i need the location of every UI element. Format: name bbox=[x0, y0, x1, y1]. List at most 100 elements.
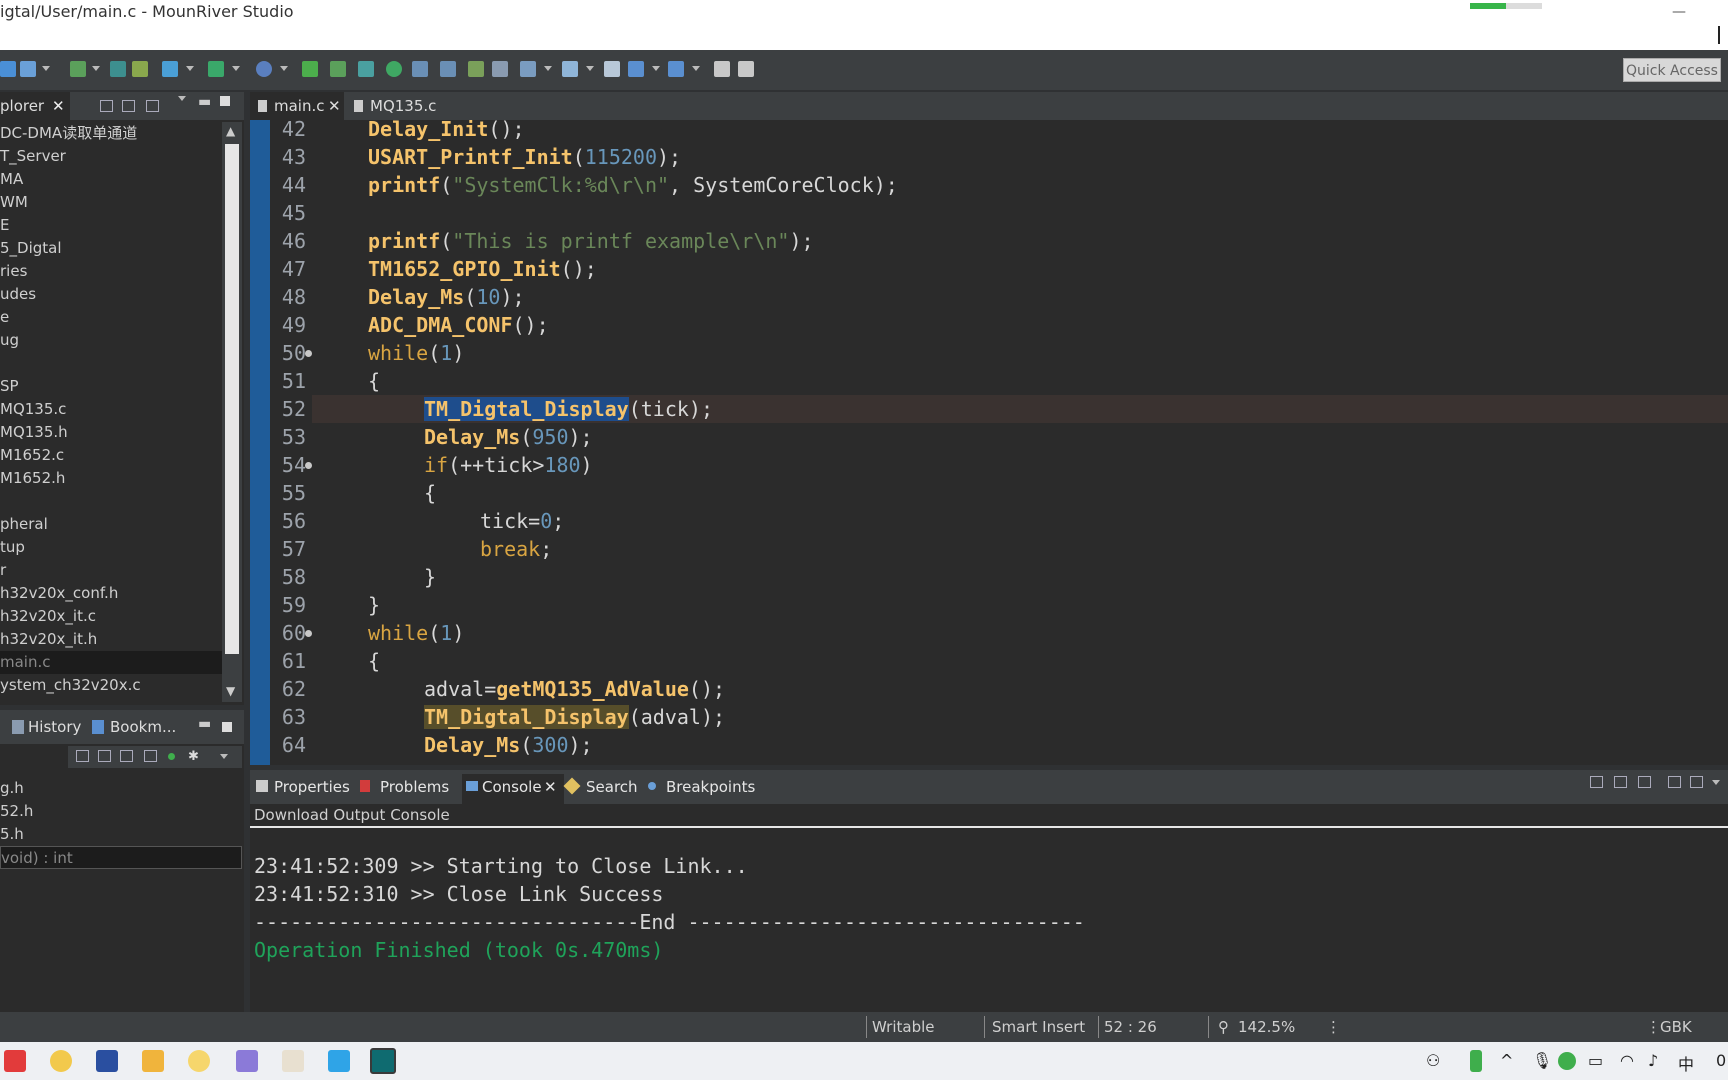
tree-item[interactable]: h32v20x_conf.h bbox=[0, 582, 222, 605]
prev-edit-icon[interactable] bbox=[604, 61, 620, 77]
chevron-down-icon[interactable] bbox=[692, 66, 700, 71]
tree-item[interactable] bbox=[0, 352, 222, 375]
chevron-down-icon[interactable] bbox=[544, 66, 552, 71]
code-line[interactable]: 52 TM_Digtal_Display(tick); bbox=[282, 395, 1728, 423]
chevron-down-icon[interactable] bbox=[42, 66, 50, 71]
microphone-icon[interactable]: 🎙 bbox=[1532, 1051, 1552, 1070]
explorer-scrollbar[interactable]: ▲ ▼ bbox=[222, 122, 242, 702]
fold-marker-icon[interactable] bbox=[305, 350, 312, 357]
chevron-down-icon[interactable] bbox=[92, 66, 100, 71]
align-right-icon[interactable] bbox=[440, 61, 456, 77]
close-icon[interactable]: ✕ bbox=[328, 92, 341, 120]
tab-history[interactable]: History bbox=[28, 718, 81, 736]
terminal-icon[interactable] bbox=[358, 61, 374, 77]
app-icon-notes[interactable] bbox=[282, 1050, 304, 1072]
layers-icon[interactable] bbox=[132, 61, 148, 77]
tree-item[interactable]: MA bbox=[0, 168, 222, 191]
chevron-down-icon[interactable] bbox=[220, 754, 228, 759]
tree-item[interactable]: WM bbox=[0, 191, 222, 214]
back-arrow-icon[interactable] bbox=[628, 61, 644, 77]
tree-item[interactable] bbox=[0, 490, 222, 513]
rebuild-icon[interactable] bbox=[110, 61, 126, 77]
tab-mq135-c[interactable]: MQ135.c bbox=[346, 92, 446, 120]
status-cursor-position[interactable]: 52 : 26 bbox=[1104, 1018, 1157, 1036]
open-file-icon[interactable] bbox=[330, 61, 346, 77]
code-line[interactable]: 63 TM_Digtal_Display(adval); bbox=[250, 703, 1728, 731]
link-editor-icon[interactable] bbox=[122, 100, 135, 112]
align-left-icon[interactable] bbox=[412, 61, 428, 77]
console-action-icon[interactable] bbox=[1668, 776, 1681, 788]
gear-icon[interactable]: ✱ bbox=[188, 749, 199, 764]
tree-item[interactable]: ries bbox=[0, 260, 222, 283]
tree-item[interactable]: e bbox=[0, 306, 222, 329]
wifi-icon[interactable]: ◠ bbox=[1620, 1051, 1634, 1070]
chevron-down-icon[interactable] bbox=[232, 66, 240, 71]
tree-item[interactable]: h32v20x_it.h bbox=[0, 628, 222, 651]
scroll-up-icon[interactable]: ▲ bbox=[226, 124, 235, 138]
tab-search[interactable]: Search bbox=[586, 778, 638, 796]
console-action-icon[interactable] bbox=[1690, 776, 1703, 788]
minimize-panel-icon[interactable]: ▬ bbox=[198, 716, 211, 732]
status-encoding[interactable]: GBK bbox=[1660, 1018, 1692, 1036]
tree-item[interactable]: udes bbox=[0, 283, 222, 306]
view-menu-icon[interactable] bbox=[178, 96, 186, 101]
tree-item[interactable]: MQ135.c bbox=[0, 398, 222, 421]
close-icon[interactable]: ✕ bbox=[52, 92, 65, 120]
volume-icon[interactable]: ♪ bbox=[1648, 1051, 1658, 1070]
green-dot-icon[interactable] bbox=[168, 753, 175, 760]
chevron-down-icon[interactable] bbox=[1712, 780, 1720, 785]
tree-item[interactable]: M1652.h bbox=[0, 467, 222, 490]
code-line[interactable]: 47 TM1652_GPIO_Init(); bbox=[250, 255, 1728, 283]
console-output[interactable]: Download Output Console 23:41:52:309 >> … bbox=[250, 804, 1728, 1012]
tree-item[interactable]: pheral bbox=[0, 513, 222, 536]
refresh-icon[interactable] bbox=[386, 61, 402, 77]
maximize-panel-icon[interactable] bbox=[220, 96, 230, 106]
chevron-down-icon[interactable] bbox=[586, 66, 594, 71]
history-item[interactable]: void) : int bbox=[0, 846, 242, 869]
app-icon-youdao[interactable] bbox=[4, 1050, 26, 1072]
app-icon-star[interactable] bbox=[50, 1050, 72, 1072]
history-item[interactable]: g.h bbox=[0, 777, 242, 800]
code-line[interactable]: 49 ADC_DMA_CONF(); bbox=[250, 311, 1728, 339]
tree-item[interactable]: tup bbox=[0, 536, 222, 559]
tree-item[interactable]: main.c bbox=[0, 651, 222, 674]
tree-item[interactable]: 5_Digtal bbox=[0, 237, 222, 260]
more-icon[interactable]: ⋮ bbox=[1646, 1018, 1661, 1036]
code-line[interactable]: 57 break; bbox=[250, 535, 1728, 563]
scroll-down-icon[interactable]: ▼ bbox=[226, 684, 235, 698]
code-line[interactable]: 62 adval=getMQ135_AdValue(); bbox=[250, 675, 1728, 703]
scroll-thumb[interactable] bbox=[225, 144, 239, 654]
code-line[interactable]: 46 printf("This is printf example\r\n"); bbox=[250, 227, 1728, 255]
history-action-icon[interactable] bbox=[98, 750, 111, 762]
tree-item[interactable]: h32v20x_it.c bbox=[0, 605, 222, 628]
tab-bookmarks[interactable]: Bookm... bbox=[110, 718, 176, 736]
code-line[interactable]: 55 { bbox=[250, 479, 1728, 507]
tree-item[interactable]: ystem_ch32v20x.c bbox=[0, 674, 222, 697]
more-icon[interactable]: ⋮ bbox=[1326, 1018, 1341, 1036]
app-tray-icon[interactable] bbox=[1558, 1052, 1576, 1070]
input-method-icon[interactable]: 中 bbox=[1678, 1051, 1694, 1075]
redo-icon[interactable] bbox=[738, 61, 754, 77]
tab-console[interactable]: Console bbox=[482, 778, 542, 796]
code-line[interactable]: 42 Delay_Init(); bbox=[250, 120, 1728, 143]
code-line[interactable]: 61 { bbox=[250, 647, 1728, 675]
app-icon-mounriver[interactable] bbox=[370, 1048, 396, 1074]
tree-item[interactable]: E bbox=[0, 214, 222, 237]
chevron-up-icon[interactable]: ^ bbox=[1500, 1051, 1513, 1070]
history-action-icon[interactable] bbox=[120, 750, 133, 762]
code-line[interactable]: 51 { bbox=[250, 367, 1728, 395]
folder-icon[interactable] bbox=[142, 1050, 164, 1072]
battery-icon[interactable]: ▭ bbox=[1588, 1051, 1603, 1070]
battery-app-icon[interactable] bbox=[1470, 1050, 1482, 1072]
clock[interactable]: 0: bbox=[1716, 1051, 1728, 1070]
new-file-icon[interactable] bbox=[302, 61, 318, 77]
tree-item[interactable]: SP bbox=[0, 375, 222, 398]
people-icon[interactable]: ⚇ bbox=[1426, 1051, 1440, 1070]
tab-breakpoints[interactable]: Breakpoints bbox=[666, 778, 755, 796]
compare-icon[interactable] bbox=[468, 61, 484, 77]
code-editor[interactable]: 42 Delay_Init(); 43 USART_Printf_Init(11520… bbox=[250, 120, 1728, 765]
app-icon-phone[interactable] bbox=[236, 1050, 258, 1072]
history-action-icon[interactable] bbox=[76, 750, 89, 762]
history-action-icon[interactable] bbox=[144, 750, 157, 762]
code-line[interactable]: 50 while(1) bbox=[250, 339, 1728, 367]
